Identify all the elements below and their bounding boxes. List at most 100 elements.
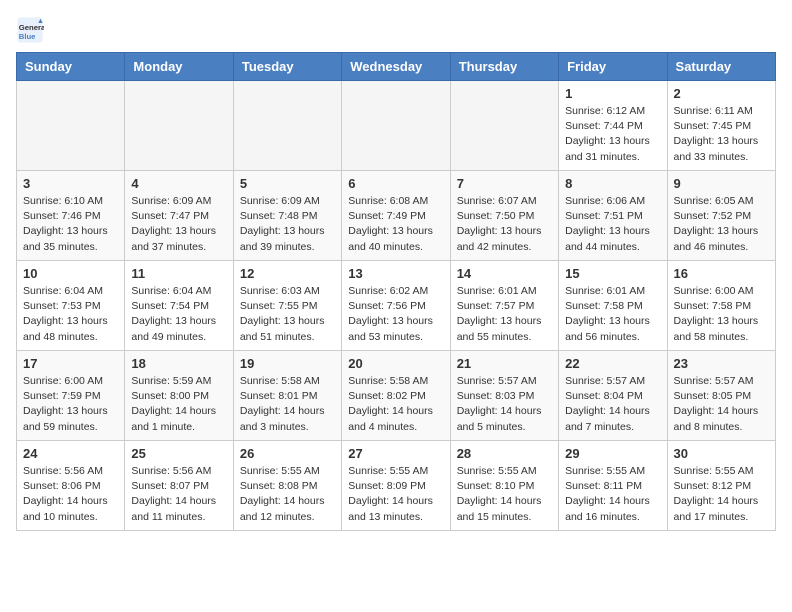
day-info: Sunrise: 6:01 AM Sunset: 7:58 PM Dayligh…: [565, 284, 660, 345]
calendar-cell: 21 Sunrise: 5:57 AM Sunset: 8:03 PM Dayli…: [450, 351, 558, 441]
day-info: Sunrise: 6:11 AM Sunset: 7:45 PM Dayligh…: [674, 104, 769, 165]
day-info: Sunrise: 6:02 AM Sunset: 7:56 PM Dayligh…: [348, 284, 443, 345]
day-info: Sunrise: 5:55 AM Sunset: 8:08 PM Dayligh…: [240, 464, 335, 525]
day-number: 13: [348, 266, 443, 281]
calendar-cell: 17 Sunrise: 6:00 AM Sunset: 7:59 PM Dayli…: [17, 351, 125, 441]
logo: General Blue: [16, 16, 48, 44]
day-info: Sunrise: 6:05 AM Sunset: 7:52 PM Dayligh…: [674, 194, 769, 255]
weekday-header-monday: Monday: [125, 53, 233, 81]
weekday-header-friday: Friday: [559, 53, 667, 81]
week-row-2: 3 Sunrise: 6:10 AM Sunset: 7:46 PM Daylig…: [17, 171, 776, 261]
calendar-cell: 8 Sunrise: 6:06 AM Sunset: 7:51 PM Daylig…: [559, 171, 667, 261]
day-info: Sunrise: 6:12 AM Sunset: 7:44 PM Dayligh…: [565, 104, 660, 165]
calendar-cell: 22 Sunrise: 5:57 AM Sunset: 8:04 PM Dayli…: [559, 351, 667, 441]
calendar-cell: 3 Sunrise: 6:10 AM Sunset: 7:46 PM Daylig…: [17, 171, 125, 261]
calendar-cell: 25 Sunrise: 5:56 AM Sunset: 8:07 PM Dayli…: [125, 441, 233, 531]
day-info: Sunrise: 6:06 AM Sunset: 7:51 PM Dayligh…: [565, 194, 660, 255]
day-number: 3: [23, 176, 118, 191]
day-number: 20: [348, 356, 443, 371]
day-number: 27: [348, 446, 443, 461]
day-info: Sunrise: 5:55 AM Sunset: 8:12 PM Dayligh…: [674, 464, 769, 525]
day-number: 29: [565, 446, 660, 461]
calendar-header: SundayMondayTuesdayWednesdayThursdayFrid…: [17, 53, 776, 81]
calendar-cell: 10 Sunrise: 6:04 AM Sunset: 7:53 PM Dayli…: [17, 261, 125, 351]
day-info: Sunrise: 6:07 AM Sunset: 7:50 PM Dayligh…: [457, 194, 552, 255]
calendar-cell: [342, 81, 450, 171]
day-info: Sunrise: 6:00 AM Sunset: 7:59 PM Dayligh…: [23, 374, 118, 435]
day-info: Sunrise: 6:09 AM Sunset: 7:48 PM Dayligh…: [240, 194, 335, 255]
day-number: 18: [131, 356, 226, 371]
calendar-cell: [450, 81, 558, 171]
day-info: Sunrise: 5:55 AM Sunset: 8:09 PM Dayligh…: [348, 464, 443, 525]
day-info: Sunrise: 5:58 AM Sunset: 8:02 PM Dayligh…: [348, 374, 443, 435]
calendar-cell: 27 Sunrise: 5:55 AM Sunset: 8:09 PM Dayli…: [342, 441, 450, 531]
calendar-cell: 1 Sunrise: 6:12 AM Sunset: 7:44 PM Daylig…: [559, 81, 667, 171]
day-info: Sunrise: 6:08 AM Sunset: 7:49 PM Dayligh…: [348, 194, 443, 255]
calendar-cell: 30 Sunrise: 5:55 AM Sunset: 8:12 PM Dayli…: [667, 441, 775, 531]
day-number: 25: [131, 446, 226, 461]
day-number: 26: [240, 446, 335, 461]
calendar-cell: 24 Sunrise: 5:56 AM Sunset: 8:06 PM Dayli…: [17, 441, 125, 531]
calendar-cell: 13 Sunrise: 6:02 AM Sunset: 7:56 PM Dayli…: [342, 261, 450, 351]
calendar-cell: 6 Sunrise: 6:08 AM Sunset: 7:49 PM Daylig…: [342, 171, 450, 261]
day-number: 14: [457, 266, 552, 281]
day-number: 2: [674, 86, 769, 101]
calendar-cell: 14Sunrise: 6:01 AM Sunset: 7:57 PM Dayli…: [450, 261, 558, 351]
svg-text:General: General: [19, 23, 44, 32]
calendar-cell: 11 Sunrise: 6:04 AM Sunset: 7:54 PM Dayli…: [125, 261, 233, 351]
day-number: 23: [674, 356, 769, 371]
svg-text:Blue: Blue: [19, 32, 36, 41]
calendar-body: 1 Sunrise: 6:12 AM Sunset: 7:44 PM Daylig…: [17, 81, 776, 531]
weekday-header-saturday: Saturday: [667, 53, 775, 81]
calendar-cell: 20 Sunrise: 5:58 AM Sunset: 8:02 PM Dayli…: [342, 351, 450, 441]
day-info: Sunrise: 5:55 AM Sunset: 8:11 PM Dayligh…: [565, 464, 660, 525]
day-number: 7: [457, 176, 552, 191]
day-info: Sunrise: 6:03 AM Sunset: 7:55 PM Dayligh…: [240, 284, 335, 345]
day-number: 19: [240, 356, 335, 371]
calendar-table: SundayMondayTuesdayWednesdayThursdayFrid…: [16, 52, 776, 531]
day-number: 10: [23, 266, 118, 281]
day-info: Sunrise: 6:04 AM Sunset: 7:54 PM Dayligh…: [131, 284, 226, 345]
week-row-1: 1 Sunrise: 6:12 AM Sunset: 7:44 PM Daylig…: [17, 81, 776, 171]
day-number: 21: [457, 356, 552, 371]
day-number: 22: [565, 356, 660, 371]
calendar-cell: 28Sunrise: 5:55 AM Sunset: 8:10 PM Dayli…: [450, 441, 558, 531]
day-number: 9: [674, 176, 769, 191]
calendar-cell: 2 Sunrise: 6:11 AM Sunset: 7:45 PM Daylig…: [667, 81, 775, 171]
weekday-header-tuesday: Tuesday: [233, 53, 341, 81]
day-info: Sunrise: 6:00 AM Sunset: 7:58 PM Dayligh…: [674, 284, 769, 345]
day-info: Sunrise: 5:57 AM Sunset: 8:04 PM Dayligh…: [565, 374, 660, 435]
day-number: 8: [565, 176, 660, 191]
day-info: Sunrise: 6:10 AM Sunset: 7:46 PM Dayligh…: [23, 194, 118, 255]
day-info: Sunrise: 6:09 AM Sunset: 7:47 PM Dayligh…: [131, 194, 226, 255]
day-number: 6: [348, 176, 443, 191]
day-info: Sunrise: 5:59 AM Sunset: 8:00 PM Dayligh…: [131, 374, 226, 435]
calendar-cell: 12 Sunrise: 6:03 AM Sunset: 7:55 PM Dayli…: [233, 261, 341, 351]
day-info: Sunrise: 5:58 AM Sunset: 8:01 PM Dayligh…: [240, 374, 335, 435]
day-number: 4: [131, 176, 226, 191]
calendar-cell: 15 Sunrise: 6:01 AM Sunset: 7:58 PM Dayli…: [559, 261, 667, 351]
calendar-cell: 23Sunrise: 5:57 AM Sunset: 8:05 PM Dayli…: [667, 351, 775, 441]
day-number: 11: [131, 266, 226, 281]
day-number: 15: [565, 266, 660, 281]
week-row-5: 24 Sunrise: 5:56 AM Sunset: 8:06 PM Dayli…: [17, 441, 776, 531]
week-row-3: 10 Sunrise: 6:04 AM Sunset: 7:53 PM Dayli…: [17, 261, 776, 351]
day-info: Sunrise: 6:04 AM Sunset: 7:53 PM Dayligh…: [23, 284, 118, 345]
calendar-cell: 16Sunrise: 6:00 AM Sunset: 7:58 PM Dayli…: [667, 261, 775, 351]
calendar-cell: 18 Sunrise: 5:59 AM Sunset: 8:00 PM Dayli…: [125, 351, 233, 441]
day-number: 24: [23, 446, 118, 461]
calendar-cell: 19 Sunrise: 5:58 AM Sunset: 8:01 PM Dayli…: [233, 351, 341, 441]
day-number: 1: [565, 86, 660, 101]
day-info: Sunrise: 5:56 AM Sunset: 8:06 PM Dayligh…: [23, 464, 118, 525]
day-info: Sunrise: 5:57 AM Sunset: 8:03 PM Dayligh…: [457, 374, 552, 435]
week-row-4: 17 Sunrise: 6:00 AM Sunset: 7:59 PM Dayli…: [17, 351, 776, 441]
calendar-cell: [125, 81, 233, 171]
day-number: 17: [23, 356, 118, 371]
day-number: 12: [240, 266, 335, 281]
logo-icon: General Blue: [16, 16, 44, 44]
weekday-header-sunday: Sunday: [17, 53, 125, 81]
day-number: 30: [674, 446, 769, 461]
header-row: SundayMondayTuesdayWednesdayThursdayFrid…: [17, 53, 776, 81]
day-info: Sunrise: 5:55 AM Sunset: 8:10 PM Dayligh…: [457, 464, 552, 525]
day-info: Sunrise: 5:56 AM Sunset: 8:07 PM Dayligh…: [131, 464, 226, 525]
